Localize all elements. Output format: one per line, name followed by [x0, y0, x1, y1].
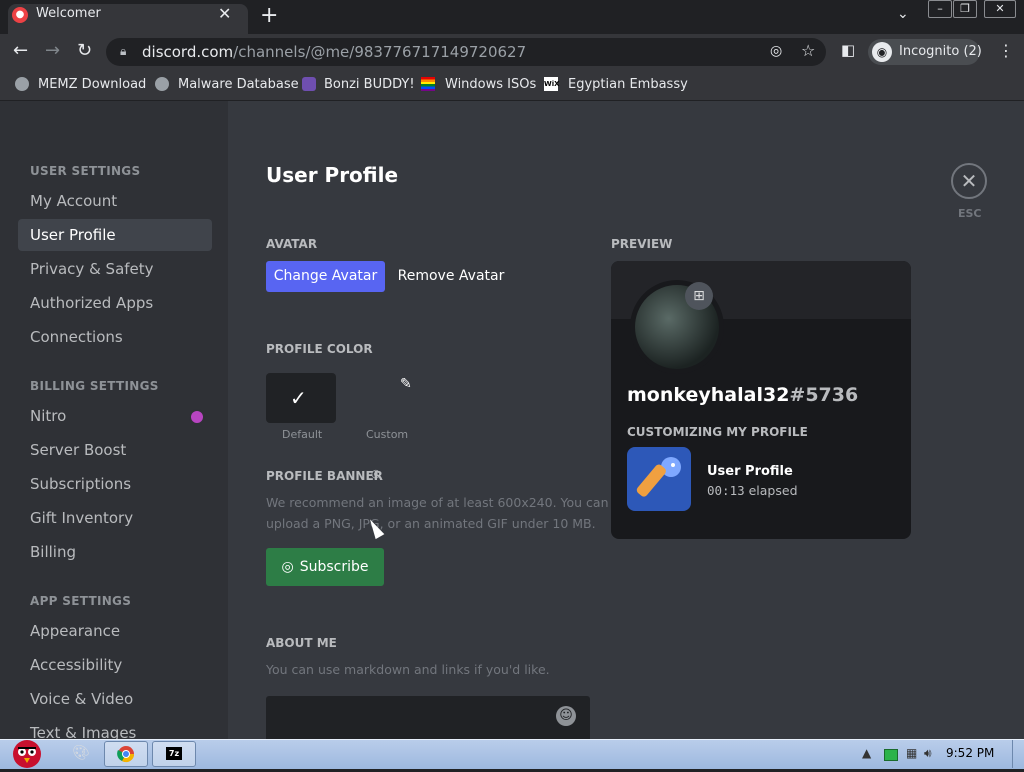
wix-icon: WiX: [544, 77, 560, 91]
banner-description-line2: upload a PNG, JPG, or an animated GIF un…: [266, 516, 596, 531]
discriminator: #5736: [789, 384, 859, 406]
reload-icon[interactable]: ↻: [77, 40, 92, 61]
sidebar-item-nitro[interactable]: Nitro: [18, 400, 212, 432]
subscribe-label: Subscribe: [299, 559, 369, 575]
taskbar-chrome-button[interactable]: [104, 741, 148, 767]
sidebar-item-connections[interactable]: Connections: [18, 321, 212, 353]
check-icon: ✓: [290, 386, 307, 410]
preview-label: PREVIEW: [611, 237, 673, 251]
tab-close-icon[interactable]: ✕: [218, 4, 231, 23]
bonzi-icon: [302, 77, 316, 91]
sidebar-item-billing[interactable]: Billing: [18, 536, 212, 568]
color-swatch-custom[interactable]: [361, 373, 431, 423]
volume-icon[interactable]: 🔊︎: [924, 746, 932, 761]
chrome-icon: [117, 746, 135, 763]
discord-favicon-icon: ●: [12, 7, 28, 23]
change-avatar-button[interactable]: Change Avatar: [266, 261, 385, 292]
restore-button[interactable]: ❐: [953, 0, 977, 18]
lock-icon[interactable]: 🔒︎: [120, 44, 126, 59]
elapsed-suffix: elapsed: [744, 483, 798, 498]
sidebar-item-authorized-apps[interactable]: Authorized Apps: [18, 287, 212, 319]
bookmark-star-icon[interactable]: ☆: [801, 41, 815, 60]
taskbar-7zip-button[interactable]: 7z: [152, 741, 196, 767]
url-text[interactable]: discord.com/channels/@me/983776717149720…: [142, 43, 526, 61]
remove-avatar-button[interactable]: Remove Avatar: [396, 261, 506, 292]
sidebar-item-voice-video[interactable]: Voice & Video: [18, 683, 212, 715]
section-billing-settings: BILLING SETTINGS: [30, 379, 159, 393]
7zip-icon: 7z: [166, 747, 182, 760]
tab-title: Welcomer: [36, 6, 101, 21]
activity-name: User Profile: [707, 464, 793, 479]
tray-expand-icon[interactable]: ▲: [862, 746, 871, 760]
banner-description-line1: We recommend an image of at least 600x24…: [266, 495, 609, 510]
back-arrow-icon[interactable]: ←: [13, 40, 28, 61]
windows-flag-icon: [421, 77, 435, 91]
emoji-icon[interactable]: ☺: [556, 706, 576, 726]
sidebar-item-server-boost[interactable]: Server Boost: [18, 434, 212, 466]
eyedropper-icon: ✎: [400, 376, 412, 392]
globe-icon: [155, 77, 169, 91]
url-path: /channels/@me/983776717149720627: [233, 43, 527, 61]
about-me-input[interactable]: [266, 696, 590, 739]
new-tab-button[interactable]: +: [260, 4, 278, 28]
start-angry-bird-icon[interactable]: [4, 734, 50, 768]
subscribe-button[interactable]: ◎ Subscribe: [266, 548, 384, 586]
globe-icon: [15, 77, 29, 91]
sidebar-item-user-profile[interactable]: User Profile: [18, 219, 212, 251]
bookmark-bonzi-buddy[interactable]: Bonzi BUDDY!: [324, 77, 415, 92]
sidebar-item-subscriptions[interactable]: Subscriptions: [18, 468, 212, 500]
menu-kebab-icon[interactable]: ⋮: [998, 41, 1014, 60]
sidebar-item-gift-inventory[interactable]: Gift Inventory: [18, 502, 212, 534]
network-icon[interactable]: ▦: [906, 746, 917, 760]
about-me-description: You can use markdown and links if you'd …: [266, 662, 550, 677]
preview-username: monkeyhalal32#5736: [627, 384, 858, 406]
profile-color-label: PROFILE COLOR: [266, 342, 373, 356]
side-panel-icon[interactable]: ◧: [841, 41, 855, 59]
incognito-icon: ◉: [872, 42, 892, 62]
activity-pencil-icon: [627, 447, 691, 511]
forward-arrow-icon[interactable]: →: [45, 40, 60, 61]
clock[interactable]: 9:52 PM: [946, 746, 994, 760]
nitro-icon: ◎: [371, 467, 381, 480]
close-window-button[interactable]: ✕: [984, 0, 1016, 18]
nitro-icon: ◎: [281, 559, 294, 575]
avatar-label: AVATAR: [266, 237, 318, 251]
section-app-settings: APP SETTINGS: [30, 594, 132, 608]
color-custom-label: Custom: [366, 428, 409, 441]
tracking-eye-off-icon[interactable]: ◎: [770, 43, 782, 59]
url-host: discord.com: [142, 43, 234, 61]
battery-icon[interactable]: [884, 749, 898, 761]
close-settings-button[interactable]: ✕: [951, 163, 987, 199]
about-me-label: ABOUT ME: [266, 636, 337, 650]
username: monkeyhalal32: [627, 384, 790, 406]
tab-search-chevron-icon[interactable]: ⌄: [897, 6, 909, 22]
bookmark-malware-database[interactable]: Malware Database: [178, 77, 299, 92]
paint-icon[interactable]: 🎨︎: [72, 745, 90, 761]
bookmark-memz[interactable]: MEMZ Download: [38, 77, 146, 92]
activity-title: CUSTOMIZING MY PROFILE: [627, 425, 808, 439]
nitro-badge-icon: [189, 409, 205, 425]
esc-label: ESC: [958, 207, 982, 220]
page-title: User Profile: [266, 163, 399, 187]
bookmark-egyptian-embassy[interactable]: Egyptian Embassy: [568, 77, 688, 92]
color-default-label: Default: [282, 428, 323, 441]
bookmark-windows-isos[interactable]: Windows ISOs: [445, 77, 536, 92]
activity-elapsed: 00:13 elapsed: [707, 483, 798, 498]
sidebar-item-privacy-safety[interactable]: Privacy & Safety: [18, 253, 212, 285]
minimize-button[interactable]: –: [928, 0, 952, 18]
show-desktop-button[interactable]: [1012, 740, 1024, 768]
sidebar-item-accessibility[interactable]: Accessibility: [18, 649, 212, 681]
sidebar-item-appearance[interactable]: Appearance: [18, 615, 212, 647]
section-user-settings: USER SETTINGS: [30, 164, 141, 178]
sidebar-item-my-account[interactable]: My Account: [18, 185, 212, 217]
add-image-icon[interactable]: ⊞: [685, 282, 713, 310]
incognito-label: Incognito (2): [899, 44, 982, 59]
profile-banner-label: PROFILE BANNER: [266, 469, 383, 483]
elapsed-time: 00:13: [707, 483, 745, 498]
